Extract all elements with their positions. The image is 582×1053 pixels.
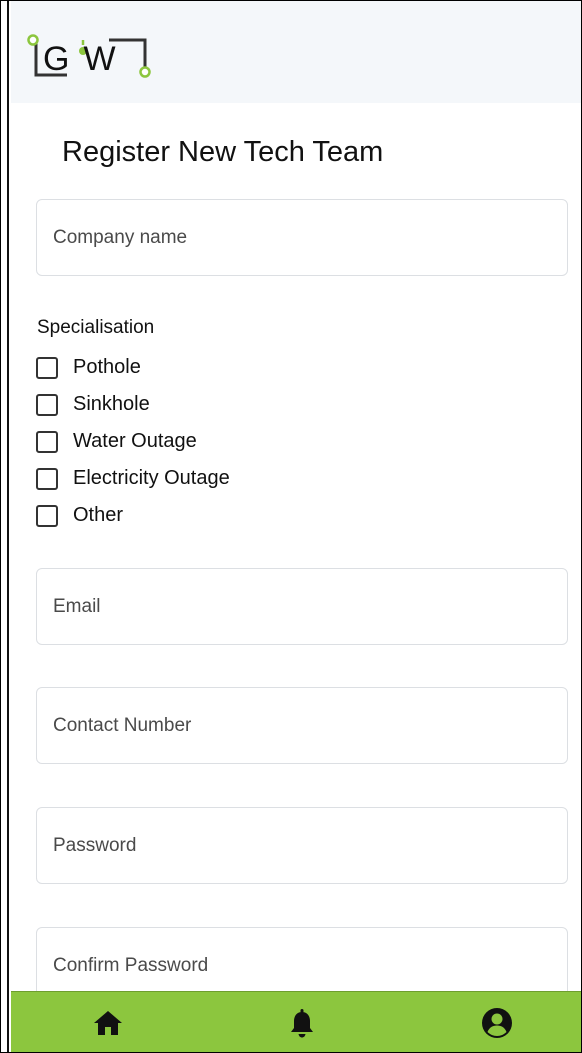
password-input[interactable] bbox=[36, 807, 568, 884]
checkbox-label: Sinkhole bbox=[73, 393, 150, 415]
nav-notifications-button[interactable] bbox=[285, 1006, 319, 1040]
other-checkbox[interactable] bbox=[36, 504, 58, 527]
checkbox-item-pothole[interactable]: Pothole bbox=[36, 349, 230, 386]
checkbox-item-sinkhole[interactable]: Sinkhole bbox=[36, 386, 230, 423]
checkbox-item-electricity-outage[interactable]: Electricity Outage bbox=[36, 460, 230, 497]
app-header: GW bbox=[11, 1, 581, 104]
nav-home-button[interactable] bbox=[91, 1006, 125, 1040]
water-outage-checkbox[interactable] bbox=[36, 430, 58, 453]
home-icon bbox=[94, 1011, 122, 1035]
bell-icon bbox=[291, 1009, 313, 1038]
user-circle-icon bbox=[482, 1008, 512, 1038]
email-input[interactable] bbox=[36, 568, 568, 645]
app-screen: GW Register New Tech Team Specialisation… bbox=[0, 0, 582, 1053]
electricity-outage-checkbox[interactable] bbox=[36, 467, 58, 490]
register-form-page: Register New Tech Team Specialisation Po… bbox=[11, 103, 581, 1004]
contact-number-input[interactable] bbox=[36, 687, 568, 764]
checkbox-label: Pothole bbox=[73, 356, 141, 378]
sinkhole-checkbox[interactable] bbox=[36, 393, 58, 416]
specialisation-label: Specialisation bbox=[37, 317, 155, 338]
device-frame-edge bbox=[1, 1, 9, 1052]
checkbox-item-other[interactable]: Other bbox=[36, 497, 230, 534]
specialisation-options: Pothole Sinkhole Water Outage Electricit… bbox=[36, 349, 230, 534]
checkbox-item-water-outage[interactable]: Water Outage bbox=[36, 423, 230, 460]
page-title: Register New Tech Team bbox=[62, 136, 384, 168]
checkbox-label: Other bbox=[73, 504, 124, 526]
pothole-checkbox[interactable] bbox=[36, 356, 58, 379]
bottom-nav-bar bbox=[11, 991, 581, 1052]
gw-logo[interactable]: GW bbox=[27, 31, 151, 83]
checkbox-label: Electricity Outage bbox=[73, 467, 230, 489]
checkbox-label: Water Outage bbox=[73, 430, 197, 452]
logo-text: GW bbox=[43, 40, 130, 78]
company-name-input[interactable] bbox=[36, 199, 568, 276]
nav-profile-button[interactable] bbox=[480, 1006, 514, 1040]
